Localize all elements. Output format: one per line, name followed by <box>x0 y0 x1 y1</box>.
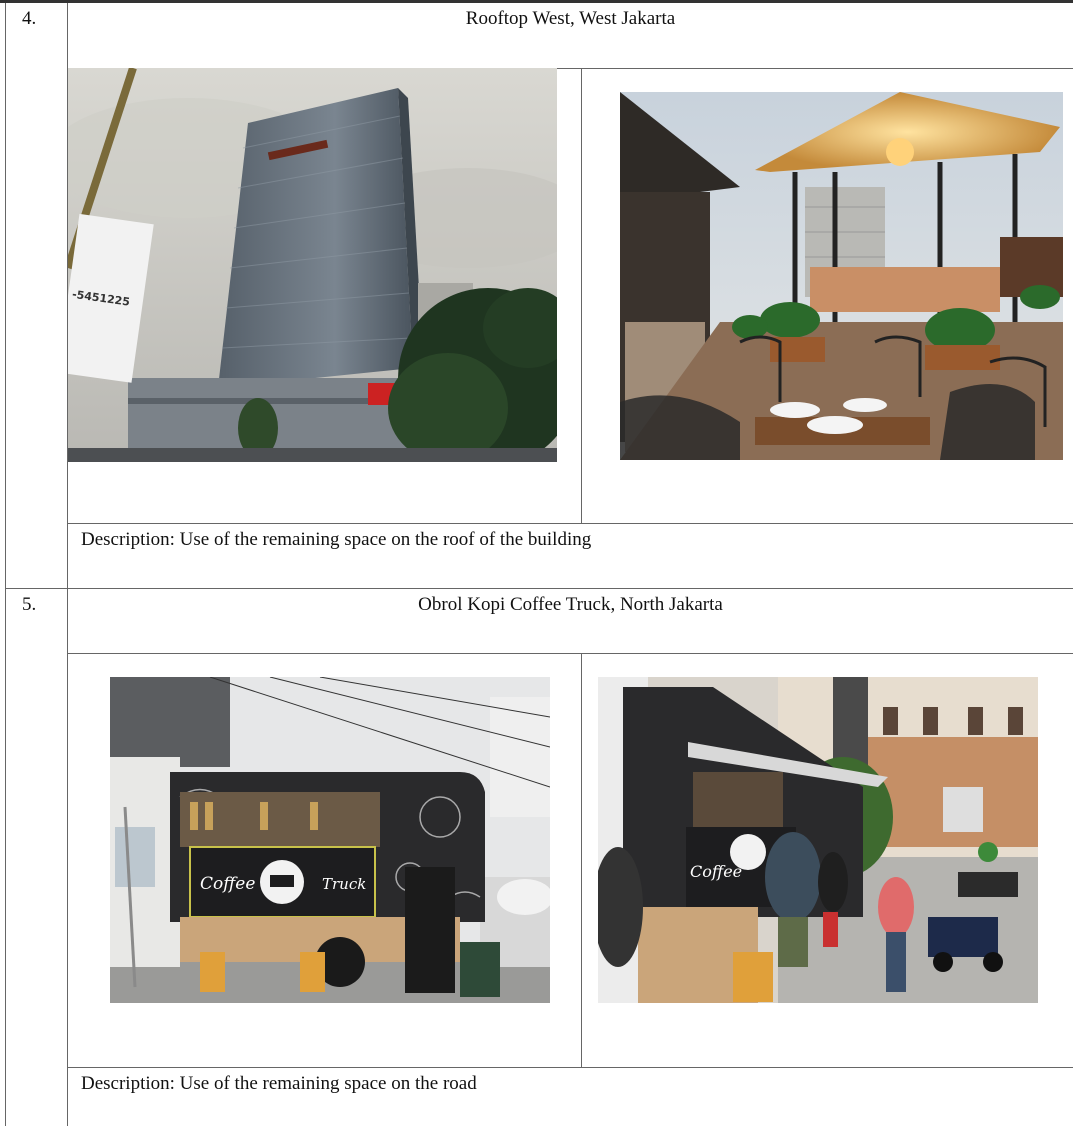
entry-description: Description: Use of the remaining space … <box>81 1073 477 1094</box>
entry-title: Obrol Kopi Coffee Truck, North Jakarta <box>418 594 723 615</box>
truck-banner-right-text: Truck <box>322 875 366 893</box>
entry-title: Rooftop West, West Jakarta <box>465 8 676 29</box>
photo-divider-5 <box>581 653 582 1067</box>
row-divider-entry-5-top <box>5 588 1073 589</box>
row-divider-5-desc-top <box>67 1067 1073 1068</box>
coffee-truck-photo: Coffee Truck <box>110 677 550 1003</box>
office-tower-photo: -5451225 <box>68 68 557 462</box>
rooftop-terrace-photo <box>620 92 1063 460</box>
page-top-border <box>0 0 1073 3</box>
entry-number: 4. <box>22 8 37 29</box>
coffee-truck-customers-photo: Coffee <box>598 677 1038 1003</box>
table-left-border <box>5 3 6 1126</box>
row-divider-5-photos-top <box>67 653 1073 654</box>
photo-divider-4 <box>581 68 582 523</box>
entry-number: 5. <box>22 594 37 615</box>
truck-banner-text: Coffee <box>690 862 742 881</box>
row-divider-4-desc-top <box>67 523 1073 524</box>
truck-banner-left-text: Coffee <box>200 874 255 894</box>
entry-description: Description: Use of the remaining space … <box>81 529 592 550</box>
